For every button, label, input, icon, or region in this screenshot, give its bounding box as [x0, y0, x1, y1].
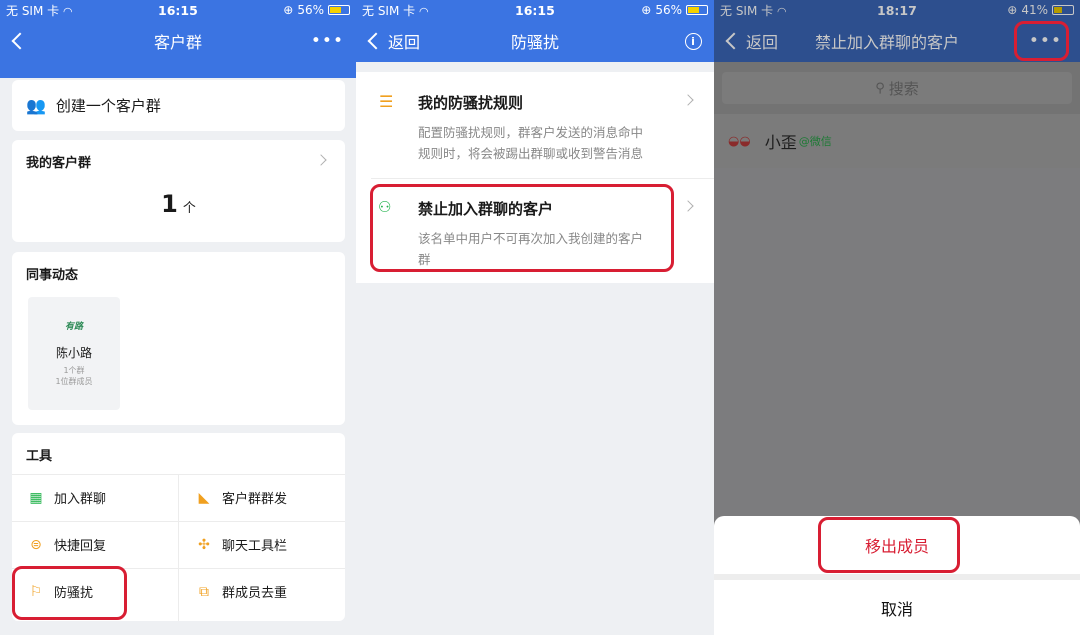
clock: 18:17 — [877, 2, 917, 18]
search-placeholder: 搜索 — [888, 79, 919, 98]
my-groups-title: 我的客户群 — [26, 156, 92, 171]
wifi-icon: ◠ — [776, 4, 787, 18]
tool-join-group[interactable]: ▦ 加入群聊 — [28, 474, 178, 521]
toolbar-icon: ✣ — [198, 536, 210, 553]
header-area: 无 SIM 卡 ◠ 16:15 ⊕ 56% 客户群 ••• — [0, 0, 356, 78]
qr-code-icon: ▦ — [29, 489, 43, 506]
status-bar: 无 SIM 卡 ◠ 16:15 ⊕ 56% — [356, 0, 714, 20]
nav-bar: 客户群 ••• — [0, 20, 356, 62]
search-icon: ⚲ — [875, 80, 885, 96]
tool-quick-reply[interactable]: ⊜ 快捷回复 — [28, 521, 178, 568]
rules-desc: 规则时，将会被踢出群聊或收到警告消息 — [418, 146, 644, 161]
colleague-activity-card: 同事动态 有路 陈小路 1个群 1位群成员 — [12, 252, 345, 425]
wifi-icon: ◠ — [62, 4, 73, 18]
chevron-right-icon — [315, 154, 327, 166]
colleague-members: 1位群成员 — [55, 377, 93, 386]
colleague-title: 同事动态 — [26, 268, 79, 283]
group-add-icon: 👥 — [26, 96, 46, 115]
colleague-name: 陈小路 — [55, 346, 92, 360]
customer-group-screen: 无 SIM 卡 ◠ 16:15 ⊕ 56% 客户群 ••• 👥 创建一个客户群 我… — [0, 0, 356, 635]
group-count: 1 个 — [12, 190, 345, 218]
rules-title: 我的防骚扰规则 — [418, 94, 524, 112]
back-button[interactable]: 返回 — [364, 20, 420, 62]
header-area: 无 SIM 卡 ◠ 16:15 ⊕ 56% 返回 防骚扰 i — [356, 0, 714, 62]
battery-status: ⊕ 41% — [1007, 3, 1074, 17]
avatar: ◒◒ — [728, 133, 751, 149]
alarm-icon: ⊕ — [641, 3, 652, 17]
rules-doc-icon: ☰ — [379, 92, 394, 111]
create-group-label: 创建一个客户群 — [55, 97, 161, 115]
back-chevron-icon — [11, 32, 29, 50]
back-label: 返回 — [746, 33, 779, 52]
clock: 16:15 — [158, 2, 198, 18]
blocked-customers-screen: 无 SIM 卡 ◠ 18:17 ⊕ 41% 返回 禁止加入群聊的客户 ••• ⚲ … — [714, 0, 1080, 635]
avatar: 有路 — [64, 322, 83, 332]
back-button[interactable]: 返回 — [722, 20, 778, 62]
info-button[interactable]: i — [685, 20, 702, 62]
tool-label: 聊天工具栏 — [222, 539, 288, 554]
back-chevron-icon — [725, 32, 743, 50]
chevron-right-icon — [682, 200, 694, 212]
battery-icon — [685, 5, 708, 15]
back-label: 返回 — [388, 33, 421, 52]
more-icon: ••• — [310, 31, 344, 51]
chevron-right-icon — [682, 94, 694, 106]
my-groups-card[interactable]: 我的客户群 1 个 — [12, 140, 345, 242]
member-row[interactable]: ◒◒ 小歪 @微信 — [714, 114, 1080, 168]
battery-status: ⊕ 56% — [283, 3, 350, 17]
group-count-value: 1 — [161, 190, 178, 218]
back-chevron-icon — [367, 32, 385, 50]
colleague-groups: 1个群 — [63, 366, 85, 375]
clock: 16:15 — [515, 2, 555, 18]
info-icon: i — [685, 32, 702, 50]
quick-reply-icon: ⊜ — [30, 536, 42, 553]
highlight-box — [370, 184, 674, 272]
battery-status: ⊕ 56% — [641, 3, 708, 17]
search-input[interactable]: ⚲ 搜索 — [722, 72, 1072, 104]
highlight-box — [818, 517, 960, 573]
tool-label: 客户群群发 — [222, 492, 288, 507]
alarm-icon: ⊕ — [1007, 3, 1018, 17]
battery-icon — [1051, 5, 1074, 15]
rules-item[interactable]: ☰ 我的防骚扰规则 配置防骚扰规则，群客户发送的消息命中 规则时，将会被踢出群聊… — [356, 72, 714, 178]
back-button[interactable] — [8, 20, 29, 62]
group-count-unit: 个 — [182, 201, 196, 216]
tools-title: 工具 — [26, 449, 53, 464]
highlight-box — [1014, 21, 1069, 61]
nav-bar: 返回 防骚扰 i — [356, 20, 714, 62]
wifi-icon: ◠ — [418, 4, 429, 18]
more-button[interactable]: ••• — [311, 20, 344, 62]
dedupe-icon: ⧉ — [199, 583, 209, 600]
tool-label: 群成员去重 — [222, 586, 288, 601]
tool-label: 快捷回复 — [54, 539, 107, 554]
tool-dedupe-members[interactable]: ⧉ 群成员去重 — [196, 568, 341, 615]
member-name: 小歪 — [764, 133, 797, 152]
page-title: 禁止加入群聊的客户 — [814, 33, 959, 52]
anti-harassment-screen: 无 SIM 卡 ◠ 16:15 ⊕ 56% 返回 防骚扰 i ☰ 我的防骚扰规则 … — [356, 0, 714, 635]
carrier-label: 无 SIM 卡 ◠ — [6, 3, 73, 18]
status-bar: 无 SIM 卡 ◠ 18:17 ⊕ 41% — [714, 0, 1080, 20]
tool-label: 加入群聊 — [54, 492, 107, 507]
battery-icon — [327, 5, 350, 15]
cancel-button[interactable]: 取消 — [714, 580, 1080, 635]
colleague-tile[interactable]: 有路 陈小路 1个群 1位群成员 — [28, 297, 120, 410]
tool-group-broadcast[interactable]: ◣ 客户群群发 — [196, 474, 341, 521]
create-group-card[interactable]: 👥 创建一个客户群 — [12, 80, 345, 131]
carrier-label: 无 SIM 卡 ◠ — [362, 3, 429, 18]
alarm-icon: ⊕ — [283, 3, 294, 17]
highlight-box — [12, 566, 127, 620]
cancel-label: 取消 — [880, 599, 913, 619]
tool-chat-toolbar[interactable]: ✣ 聊天工具栏 — [196, 521, 341, 568]
divider — [178, 474, 179, 621]
status-bar: 无 SIM 卡 ◠ 16:15 ⊕ 56% — [0, 0, 356, 20]
carrier-label: 无 SIM 卡 ◠ — [720, 3, 787, 18]
page-title: 客户群 — [153, 33, 202, 52]
page-title: 防骚扰 — [510, 33, 559, 52]
broadcast-icon: ◣ — [198, 489, 210, 506]
search-bar: ⚲ 搜索 — [714, 62, 1080, 114]
rules-desc: 配置防骚扰规则，群客户发送的消息命中 — [418, 125, 644, 140]
wechat-tag: @微信 — [798, 135, 832, 148]
